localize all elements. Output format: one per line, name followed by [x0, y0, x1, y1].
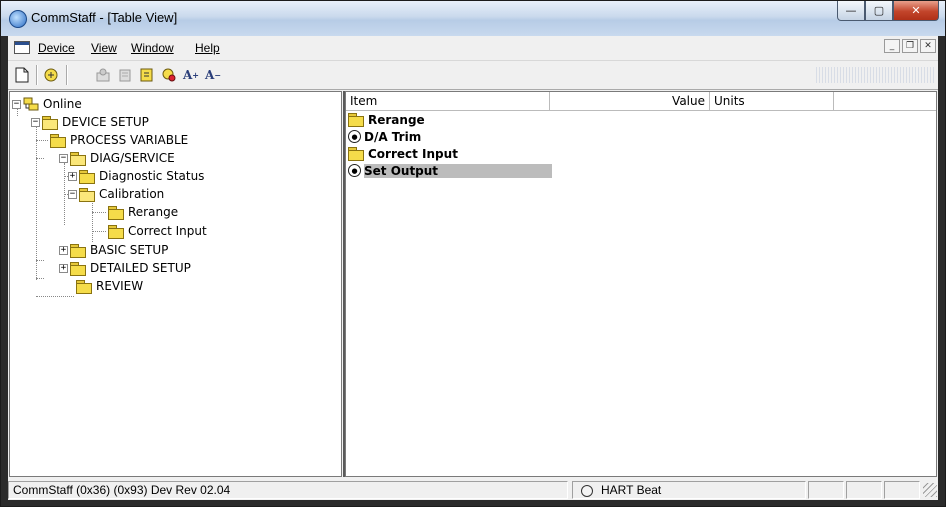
client-area: Device View Window Help _ ❐ ✕ A + A − − … — [8, 36, 938, 500]
document-window-icon[interactable] — [14, 41, 30, 54]
maximize-button[interactable]: ▢ — [865, 1, 893, 21]
folder-open-icon — [70, 151, 86, 166]
offline-icon[interactable] — [94, 66, 112, 84]
expand-icon[interactable]: + — [59, 263, 68, 273]
tree-item-diag-service[interactable]: − DIAG/SERVICE — [59, 149, 175, 167]
tree-item-detailed-setup[interactable]: + DETAILED SETUP — [59, 259, 191, 277]
font-smaller-button[interactable]: A − — [204, 66, 222, 84]
folder-open-icon — [42, 115, 58, 130]
list-item[interactable]: ● D/A Trim — [348, 128, 421, 145]
folder-icon — [50, 133, 66, 148]
child-restore-button[interactable]: ❐ — [902, 39, 918, 53]
list-item[interactable]: Correct Input — [348, 145, 458, 162]
toolbar: A + A − — [8, 61, 938, 90]
method-run-icon[interactable] — [138, 66, 156, 84]
folder-icon — [348, 113, 364, 127]
child-close-button[interactable]: ✕ — [920, 39, 936, 53]
method-icon: ● — [348, 130, 361, 143]
folder-icon — [76, 279, 92, 294]
close-button[interactable]: ✕ — [893, 1, 939, 21]
toolbar-grip — [816, 67, 936, 83]
tree-item-diagnostic-status[interactable]: + Diagnostic Status — [68, 167, 204, 185]
new-document-icon[interactable] — [13, 66, 31, 84]
list-item[interactable]: Rerange — [348, 111, 425, 128]
hart-beat-indicator-icon — [581, 484, 593, 497]
folder-icon — [108, 205, 124, 220]
collapse-icon[interactable]: − — [12, 99, 21, 109]
tree-item-device-setup[interactable]: − DEVICE SETUP — [31, 113, 149, 131]
status-pane-1 — [808, 481, 844, 499]
font-larger-button[interactable]: A + — [182, 66, 200, 84]
network-icon — [23, 97, 39, 111]
tree-item-correct-input[interactable]: Correct Input — [108, 222, 207, 240]
column-header-item[interactable]: Item — [346, 92, 550, 110]
title-bar[interactable]: CommStaff - [Table View] — ▢ ✕ — [1, 1, 945, 36]
tree-item-rerange[interactable]: Rerange — [108, 203, 178, 221]
folder-icon — [70, 261, 86, 276]
status-hart-beat: HART Beat — [572, 481, 806, 499]
resize-grip[interactable] — [923, 483, 937, 497]
tree-item-process-variable[interactable]: PROCESS VARIABLE — [50, 131, 188, 149]
expand-icon[interactable]: + — [59, 245, 68, 255]
column-header-value[interactable]: Value — [550, 92, 710, 110]
child-minimize-button[interactable]: _ — [884, 39, 900, 53]
table-view-pane[interactable]: Item Value Units Rerange ● D/A Trim Corr… — [345, 91, 937, 477]
menu-device[interactable]: Device — [38, 41, 75, 55]
tree-item-calibration[interactable]: − Calibration — [68, 185, 164, 203]
menu-view[interactable]: View — [91, 41, 117, 55]
list-header: Item Value Units — [346, 92, 936, 111]
tree-item-review[interactable]: REVIEW — [76, 277, 143, 295]
expand-icon[interactable]: + — [68, 171, 77, 181]
status-pane-3 — [884, 481, 920, 499]
connect-icon[interactable] — [42, 66, 60, 84]
collapse-icon[interactable]: − — [59, 153, 68, 163]
folder-open-icon — [79, 187, 95, 202]
method-icon: ● — [348, 164, 361, 177]
window-title: CommStaff - [Table View] — [31, 10, 178, 25]
tree-item-online[interactable]: − Online — [12, 95, 82, 113]
folder-icon — [79, 169, 95, 184]
status-pane-2 — [846, 481, 882, 499]
list-item-selected[interactable]: ● Set Output — [348, 162, 552, 179]
tree-item-basic-setup[interactable]: + BASIC SETUP — [59, 241, 168, 259]
collapse-icon[interactable]: − — [31, 117, 40, 127]
column-header-units[interactable]: Units — [710, 92, 834, 110]
status-device-info: CommStaff (0x36) (0x93) Dev Rev 02.04 — [8, 481, 568, 499]
folder-icon — [70, 243, 86, 258]
menu-help[interactable]: Help — [195, 41, 220, 55]
minimize-button[interactable]: — — [837, 1, 865, 21]
menu-window[interactable]: Window — [131, 41, 174, 55]
device-tree-pane[interactable]: − Online − DEVICE SETUP PROCESS VARIABLE… — [9, 91, 342, 477]
status-bar: CommStaff (0x36) (0x93) Dev Rev 02.04 HA… — [8, 479, 938, 500]
menu-bar: Device View Window Help _ ❐ ✕ — [8, 36, 938, 61]
folder-icon — [348, 147, 364, 161]
folder-icon — [108, 224, 124, 239]
app-window: CommStaff - [Table View] — ▢ ✕ Device Vi… — [0, 0, 946, 507]
app-logo-icon[interactable] — [9, 10, 27, 28]
help-lookup-icon[interactable] — [160, 66, 178, 84]
device-icon[interactable] — [116, 66, 134, 84]
collapse-icon[interactable]: − — [68, 189, 77, 199]
